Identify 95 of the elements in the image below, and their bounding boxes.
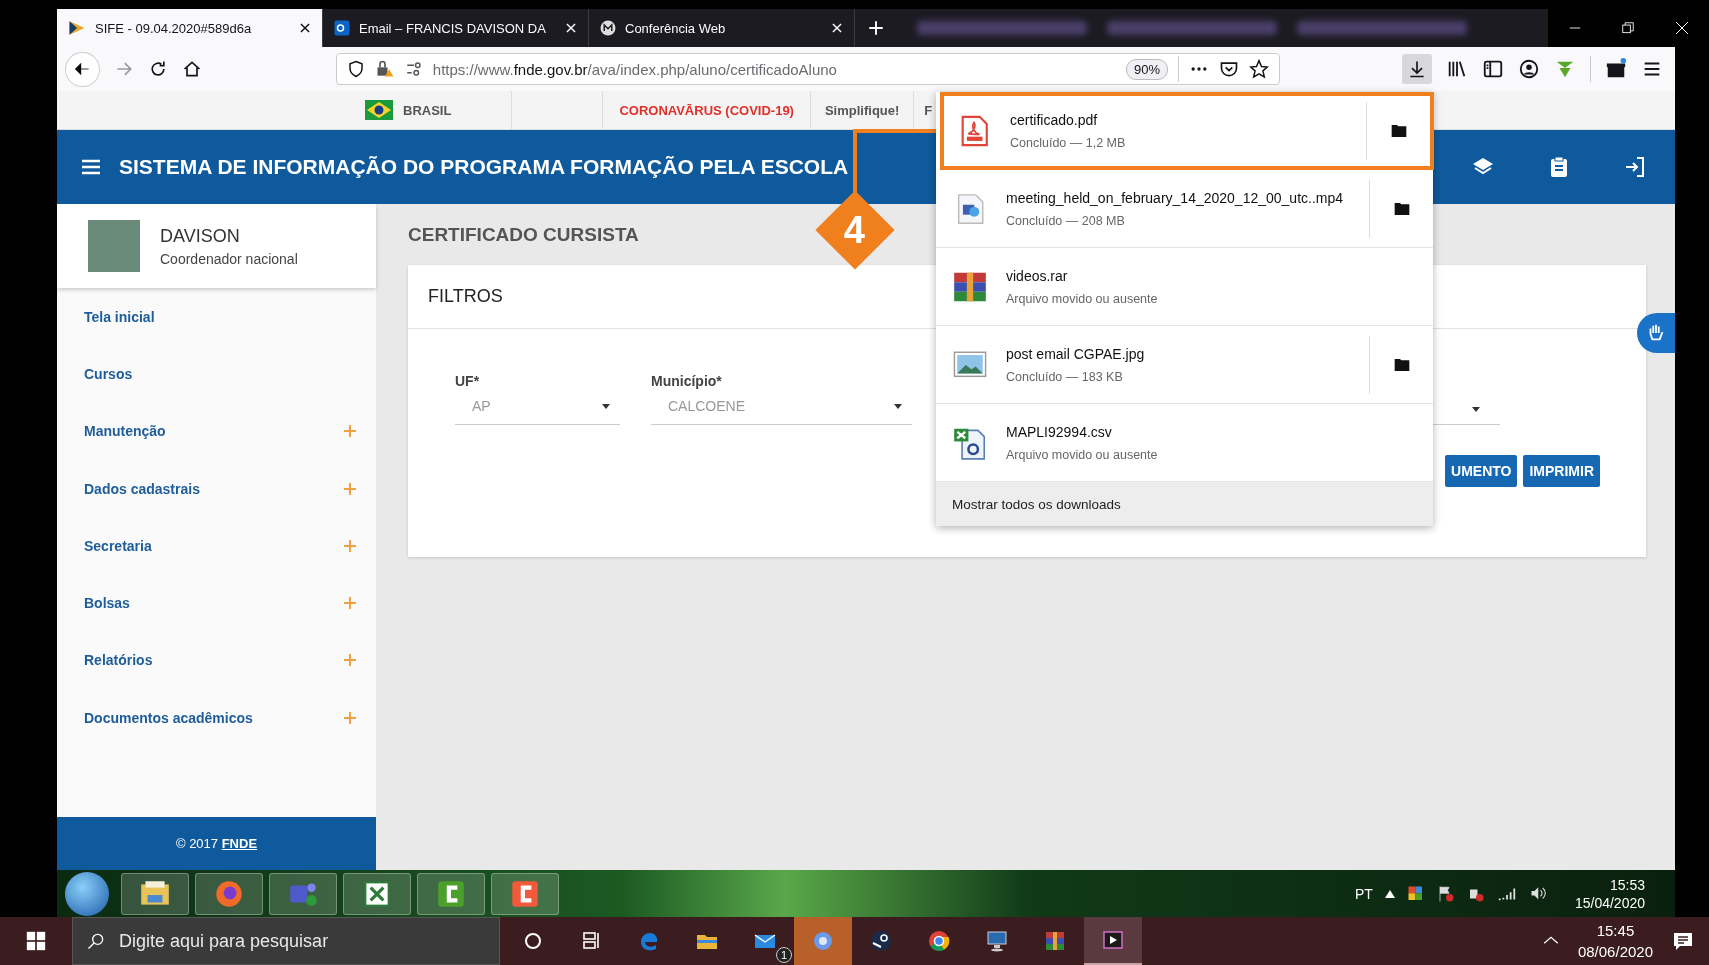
download-status: Concluído — 1,2 MB: [1010, 136, 1127, 150]
download-item[interactable]: post email CGPAE.jpg Concluído — 183 KB: [936, 326, 1433, 404]
tray-arrow-icon[interactable]: [1384, 889, 1395, 898]
home-icon[interactable]: [181, 59, 202, 79]
site-link[interactable]: F: [924, 91, 933, 129]
clock-time: 15:53: [1609, 876, 1645, 893]
download-status: Concluído — 208 MB: [1006, 213, 1126, 228]
country-label[interactable]: BRASIL: [403, 102, 452, 118]
taskbar-app[interactable]: [343, 872, 411, 915]
permissions-icon: [404, 60, 423, 78]
close-icon: [830, 21, 844, 35]
caret-icon: [602, 403, 610, 409]
clock-date: 08/06/2020: [1577, 943, 1653, 960]
mail-app-icon: [333, 19, 351, 37]
file-name: MAPLI92994.csv: [1006, 423, 1113, 440]
accessibility-button[interactable]: [1637, 313, 1675, 353]
card-title: FILTROS: [428, 286, 503, 307]
folder-icon: [1392, 200, 1411, 217]
field-label: Município*: [651, 373, 723, 389]
remote-app-icon[interactable]: [985, 929, 1009, 953]
caret-icon: [1472, 407, 1480, 412]
language-indicator[interactable]: PT: [1355, 885, 1373, 902]
user-role: Coordenador nacional: [160, 250, 298, 267]
new-tab-icon[interactable]: [867, 19, 885, 37]
photo-placeholder: [88, 220, 140, 272]
taskbar-app[interactable]: [491, 872, 559, 915]
flag-error-icon[interactable]: [1436, 884, 1455, 903]
zoom-level[interactable]: 90%: [1126, 58, 1168, 80]
tray-app-icon[interactable]: [1406, 884, 1425, 903]
close-icon: [298, 21, 312, 35]
taskbar-app[interactable]: [417, 872, 485, 915]
field-label: UF*: [455, 373, 481, 389]
show-all-downloads-button[interactable]: Mostrar todos os downloads: [936, 482, 1433, 526]
sidebar-item[interactable]: Documentos acadêmicos: [57, 689, 376, 747]
close-icon: [564, 21, 578, 35]
download-status: Arquivo movido ou ausente: [1006, 447, 1159, 462]
download-icon: [1407, 59, 1427, 79]
player-app-icon[interactable]: [1101, 928, 1125, 952]
gift-icon[interactable]: [1605, 58, 1627, 80]
download-item[interactable]: videos.rar Arquivo movido ou ausente: [936, 248, 1433, 326]
sidebar-item[interactable]: Dados cadastrais: [57, 459, 376, 518]
site-link[interactable]: Simplifique!: [810, 91, 915, 129]
browser-app-icon[interactable]: [811, 929, 835, 953]
download-item[interactable]: certificado.pdf Concluído — 1,2 MB: [940, 92, 1434, 170]
action-button[interactable]: IMPRIMIR: [1523, 455, 1600, 487]
sidebar-icon[interactable]: [1482, 58, 1504, 80]
folder-icon: [1389, 123, 1408, 139]
logout-icon[interactable]: [1623, 155, 1647, 179]
library-icon[interactable]: [1446, 58, 1468, 80]
file-name: certificado.pdf: [1010, 112, 1099, 128]
browser-tab[interactable]: SIFE - 09.04.2020#589d6a: [57, 9, 323, 47]
search-icon: [86, 931, 106, 951]
user-name: DAVISON: [160, 225, 241, 247]
pocket-icon[interactable]: [1219, 59, 1239, 79]
windows-start-icon[interactable]: [26, 931, 46, 951]
search-field[interactable]: Digite aqui para pesquisar: [72, 917, 500, 965]
system-title: SISTEMA DE INFORMAÇÃO DO PROGRAMA FORMAÇÃO PELA ESCOLA: [119, 155, 850, 179]
download-item[interactable]: meeting_held_on_february_14_2020_12_00_utc..mp4 Concluído — 208 MB: [936, 170, 1433, 248]
chrome-app-icon[interactable]: [927, 929, 951, 953]
file-name: post email CGPAE.jpg: [1006, 345, 1146, 362]
clock-date: 15/04/2020: [1574, 894, 1645, 911]
restore-icon[interactable]: [1620, 21, 1635, 35]
account-icon[interactable]: [1518, 58, 1540, 80]
brazil-flag-icon: [365, 100, 393, 120]
download-status: Concluído — 183 KB: [1006, 369, 1124, 384]
url-text: https://www.fnde.gov.br/ava/index.php/aluno/certificadoAluno: [432, 60, 838, 78]
back-button[interactable]: [65, 51, 100, 87]
caret-icon: [894, 403, 902, 409]
clock-time: 15:45: [1596, 922, 1635, 939]
star-icon[interactable]: [1249, 59, 1269, 79]
download-item[interactable]: MAPLI92994.csv Arquivo movido ou ausente: [936, 404, 1433, 482]
conference-icon: [599, 19, 617, 37]
page-title: CERTIFICADO CURSISTA: [408, 224, 639, 247]
site-link[interactable]: CORONAVĀRUS (COVID-19): [602, 91, 811, 129]
address-bar[interactable]: https://www.fnde.gov.br/ava/index.php/aluno/certificadoAluno 90%: [335, 53, 1280, 85]
action-button[interactable]: UMENTO: [1445, 455, 1518, 487]
file-name: meeting_held_on_february_14_2020_12_00_utc..mp4: [1006, 189, 1345, 206]
sidebar-item[interactable]: Secretaria: [57, 517, 376, 575]
copyright-text: © 2017 FNDE: [175, 836, 258, 851]
archive-app-icon[interactable]: [1043, 929, 1067, 953]
download-status: Arquivo movido ou ausente: [1006, 291, 1159, 306]
folder-icon: [1392, 356, 1411, 373]
close-icon[interactable]: [1673, 20, 1690, 36]
sidebar-item[interactable]: Manutenção: [57, 402, 376, 460]
sidebar-item[interactable]: Relatórios: [57, 631, 376, 690]
steam-app-icon[interactable]: [869, 929, 893, 953]
file-name: videos.rar: [1006, 267, 1069, 284]
shield-icon: [346, 60, 365, 78]
downloads-button[interactable]: [1402, 54, 1432, 84]
taskbar-app[interactable]: [121, 872, 189, 915]
sidebar-item[interactable]: Tela inicial: [57, 288, 376, 346]
sidebar-item[interactable]: Bolsas: [57, 574, 376, 632]
sidebar-item[interactable]: Cursos: [57, 345, 376, 403]
start-orb[interactable]: [65, 871, 109, 916]
notification-count: 1: [776, 947, 792, 963]
